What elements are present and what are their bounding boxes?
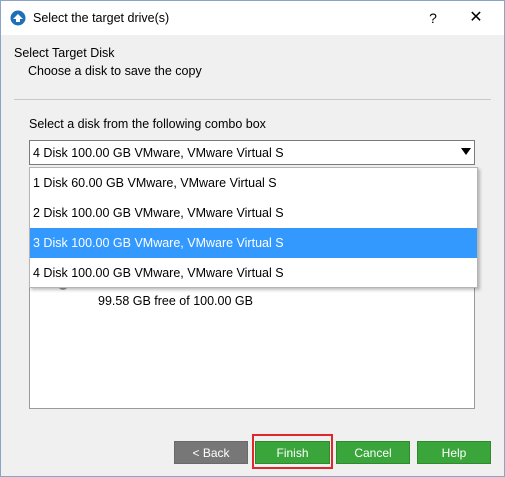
finish-highlight-box — [252, 434, 333, 469]
help-button[interactable]: Help — [417, 441, 491, 464]
back-button[interactable]: < Back — [174, 441, 248, 464]
close-button[interactable]: ✕ — [461, 5, 491, 31]
disk-dropdown-list: 1 Disk 60.00 GB VMware, VMware Virtual S… — [29, 167, 478, 288]
page-heading: Select Target Disk — [14, 46, 115, 60]
combo-label: Select a disk from the following combo b… — [29, 117, 266, 131]
combo-selected-value: 4 Disk 100.00 GB VMware, VMware Virtual … — [33, 146, 284, 160]
chevron-down-icon[interactable] — [461, 148, 471, 155]
cancel-button[interactable]: Cancel — [336, 441, 410, 464]
disk-combo-box[interactable]: 4 Disk 100.00 GB VMware, VMware Virtual … — [29, 140, 475, 165]
app-icon — [10, 10, 26, 26]
dropdown-option[interactable]: 4 Disk 100.00 GB VMware, VMware Virtual … — [30, 258, 477, 288]
dropdown-option[interactable]: 1 Disk 60.00 GB VMware, VMware Virtual S — [30, 168, 477, 198]
help-title-button[interactable]: ? — [419, 5, 447, 31]
dropdown-option[interactable]: 2 Disk 100.00 GB VMware, VMware Virtual … — [30, 198, 477, 228]
dropdown-option-highlighted[interactable]: 3 Disk 100.00 GB VMware, VMware Virtual … — [30, 228, 477, 258]
title-bar: Select the target drive(s) ? ✕ — [1, 1, 504, 35]
disk-info-panel: 99.58 GB free of 100.00 GB — [29, 284, 475, 409]
disk-free-space: 99.58 GB free of 100.00 GB — [98, 294, 253, 308]
page-subheading: Choose a disk to save the copy — [28, 64, 202, 78]
header-divider — [14, 99, 491, 100]
window-title: Select the target drive(s) — [33, 11, 170, 25]
dialog-window: Select the target drive(s) ? ✕ Select Ta… — [0, 0, 505, 477]
